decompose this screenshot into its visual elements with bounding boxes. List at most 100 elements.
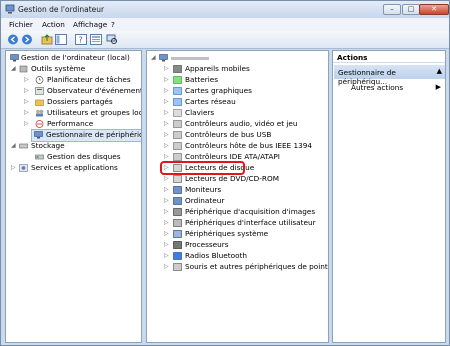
menu-fichier[interactable]: Fichier [9, 20, 33, 29]
performance-icon [35, 120, 44, 128]
close-button[interactable]: ✕ [419, 4, 449, 15]
expand-arrow-icon[interactable]: ▷ [164, 197, 169, 204]
help-icon[interactable]: ? [75, 34, 87, 45]
device-manager-icon [34, 131, 43, 139]
expand-arrow-icon[interactable]: ▷ [164, 98, 169, 105]
more-actions-item[interactable]: Autres actions [351, 83, 403, 92]
maximize-button[interactable]: □ [402, 4, 420, 15]
red-highlight-circle [160, 161, 245, 175]
more-actions-label: Autres actions [351, 83, 404, 92]
device-category-label: Périphériques d'interface utilisateur [185, 218, 316, 227]
computer-icon [159, 54, 168, 62]
expand-arrow-icon[interactable]: ▷ [164, 87, 169, 94]
collapse-up-icon[interactable]: ▲ [437, 67, 442, 75]
device-category-label: Claviers [185, 108, 215, 117]
device-category-label: Cartes graphiques [185, 86, 252, 95]
expand-arrow-icon[interactable]: ▷ [164, 252, 169, 259]
expand-arrow-icon[interactable]: ▷ [24, 109, 29, 116]
computer-icon [173, 197, 182, 205]
device-category-label: Contrôleurs hôte de bus IEEE 1394 [185, 141, 313, 150]
expand-arrow-icon[interactable]: ▷ [164, 142, 169, 149]
app-window: Gestion de l'ordinateur – □ ✕ Fichier Ac… [0, 0, 450, 346]
expand-arrow-icon[interactable]: ▷ [11, 164, 16, 171]
ide-controller-icon [173, 153, 182, 161]
device-category-label: Contrôleurs audio, vidéo et jeu [185, 119, 298, 128]
tree-label: Dossiers partagés [47, 97, 113, 106]
device-list-pane: ◢ ▷ Appareils mobiles ▷ Batteries ▷ Cartes gr… [146, 50, 329, 343]
navigation-tree-pane: Gestion de l'ordinateur (local) ◢ Outils… [5, 50, 142, 343]
forward-arrow-icon[interactable] [21, 34, 33, 45]
device-category-label: Radios Bluetooth [185, 251, 248, 260]
device-category-label: Périphériques système [185, 229, 269, 238]
tree-label: Services et applications [31, 163, 118, 172]
device-category-label: Contrôleurs de bus USB [185, 130, 272, 139]
expand-arrow-icon[interactable]: ◢ [11, 65, 16, 72]
actions-pane: Actions Gestionnaire de périphériqu... ▲… [332, 50, 446, 343]
expand-arrow-icon[interactable]: ▷ [164, 208, 169, 215]
device-category-label: Batteries [185, 75, 219, 84]
tree-label: Observateur d'événements [47, 86, 142, 95]
expand-arrow-icon[interactable]: ▷ [24, 76, 29, 83]
expand-arrow-icon[interactable]: ▷ [164, 65, 169, 72]
expand-arrow-icon[interactable]: ▷ [164, 153, 169, 160]
tools-icon [19, 65, 28, 73]
device-category-label: Contrôleurs IDE ATA/ATAPI [185, 152, 280, 161]
svg-text:?: ? [79, 36, 83, 45]
submenu-arrow-icon[interactable]: ▶ [436, 83, 441, 91]
ieee1394-controller-icon [173, 142, 182, 150]
shared-folder-icon [35, 99, 44, 106]
expand-arrow-icon[interactable]: ▷ [24, 87, 29, 94]
expand-arrow-icon[interactable]: ▷ [164, 230, 169, 237]
device-category-label: Ordinateur [185, 196, 225, 205]
mouse-icon [173, 263, 182, 271]
expand-arrow-icon[interactable]: ▷ [164, 120, 169, 127]
monitor-icon [173, 186, 182, 194]
redacted-computer-name [171, 57, 209, 60]
tree-label: Gestion des disques [47, 152, 121, 161]
menu-bar: Fichier Action Affichage ? [1, 18, 449, 31]
toolbar: ? [1, 31, 449, 49]
properties-icon[interactable] [90, 34, 102, 45]
tree-label: Utilisateurs et groupes locaux [47, 108, 142, 117]
expand-arrow-icon[interactable]: ▷ [164, 263, 169, 270]
battery-icon [173, 76, 182, 84]
network-card-icon [173, 98, 182, 106]
menu-help[interactable]: ? [111, 20, 115, 29]
back-arrow-icon[interactable] [7, 34, 19, 45]
up-folder-icon[interactable] [41, 34, 53, 45]
computer-management-icon [5, 4, 15, 14]
device-category-label: Moniteurs [185, 185, 222, 194]
imaging-device-icon [173, 208, 182, 216]
tree-label: Planificateur de tâches [47, 75, 131, 84]
expand-arrow-icon[interactable]: ▷ [164, 219, 169, 226]
expand-arrow-icon[interactable]: ▷ [164, 76, 169, 83]
minimize-button[interactable]: – [383, 4, 401, 15]
device-category-label: Cartes réseau [185, 97, 236, 106]
scan-hardware-icon[interactable] [106, 34, 118, 45]
menu-action[interactable]: Action [42, 20, 65, 29]
expand-arrow-icon[interactable]: ▷ [164, 109, 169, 116]
show-hide-tree-icon[interactable] [55, 34, 67, 45]
computer-management-icon [10, 54, 19, 62]
expand-arrow-icon[interactable]: ▷ [164, 131, 169, 138]
expand-arrow-icon[interactable]: ▷ [24, 98, 29, 105]
keyboard-icon [173, 109, 182, 117]
mobile-devices-icon [173, 65, 182, 73]
expand-arrow-icon[interactable]: ▷ [164, 175, 169, 182]
window-title: Gestion de l'ordinateur [18, 5, 105, 14]
actions-device-manager[interactable]: Gestionnaire de périphériqu... ▲ [334, 65, 445, 86]
processor-icon [173, 241, 182, 249]
usb-controller-icon [173, 131, 182, 139]
expand-arrow-icon[interactable]: ◢ [11, 142, 16, 149]
device-category-label: Processeurs [185, 240, 229, 249]
tree-label: Gestion de l'ordinateur (local) [21, 53, 130, 62]
tree-label: Outils système [31, 64, 86, 73]
expand-arrow-icon[interactable]: ▷ [164, 241, 169, 248]
menu-affichage[interactable]: Affichage [73, 20, 107, 29]
device-category-label: Souris et autres périphériques de pointa… [185, 262, 329, 271]
expand-arrow-icon[interactable]: ▷ [24, 120, 29, 127]
collapse-arrow-icon[interactable]: ◢ [151, 54, 156, 61]
title-bar: Gestion de l'ordinateur – □ ✕ [1, 1, 449, 18]
bluetooth-icon [173, 252, 182, 260]
expand-arrow-icon[interactable]: ▷ [164, 186, 169, 193]
